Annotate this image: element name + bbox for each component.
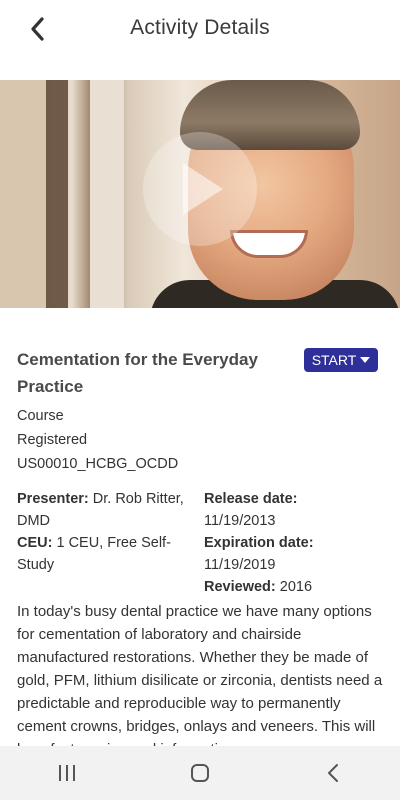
recent-apps-icon — [58, 765, 75, 781]
app-header: Activity Details — [0, 0, 400, 58]
release-value: 11/19/2013 — [204, 513, 276, 529]
reviewed-label: Reviewed: — [204, 579, 276, 595]
course-type: Course — [17, 408, 64, 424]
ceu-label: CEU: — [17, 535, 53, 551]
start-button-label: START — [311, 352, 357, 368]
recent-apps-button[interactable] — [37, 753, 97, 793]
system-nav-bar — [0, 746, 400, 800]
play-button[interactable] — [143, 132, 257, 246]
expiration-label: Expiration date: — [204, 535, 314, 551]
course-meta: Course Registered US00010_HCBG_OCDD — [17, 404, 178, 476]
course-description: In today's busy dental practice we have … — [17, 603, 383, 758]
background-wall — [0, 80, 46, 308]
background-window — [90, 80, 124, 308]
home-button[interactable] — [170, 753, 230, 793]
course-title: Cementation for the Everyday Practice — [17, 350, 258, 396]
system-back-button[interactable] — [303, 753, 363, 793]
details-left-column: Presenter: Dr. Rob Ritter, DMD CEU: 1 CE… — [17, 488, 197, 576]
start-button[interactable]: START — [304, 348, 378, 372]
background-pillar — [46, 80, 68, 308]
page-title: Activity Details — [130, 16, 270, 39]
course-code: US00010_HCBG_OCDD — [17, 456, 179, 472]
back-icon — [328, 764, 339, 782]
play-icon — [183, 163, 223, 215]
reviewed-row: Reviewed: 2016 — [204, 576, 384, 598]
home-icon — [190, 764, 209, 782]
release-label: Release date: — [204, 491, 298, 507]
reviewed-value: 2016 — [279, 579, 313, 595]
caret-down-icon — [360, 357, 371, 363]
ceu-row: CEU: 1 CEU, Free Self-Study — [17, 532, 197, 576]
expiration-value: 11/19/2019 — [204, 557, 276, 573]
presenter-label: Presenter: — [17, 491, 89, 507]
details-right-column: Release date: 11/19/2013 Expiration date… — [204, 488, 384, 598]
presenter-row: Presenter: Dr. Rob Ritter, DMD — [17, 488, 197, 532]
course-status: Registered — [17, 432, 88, 448]
